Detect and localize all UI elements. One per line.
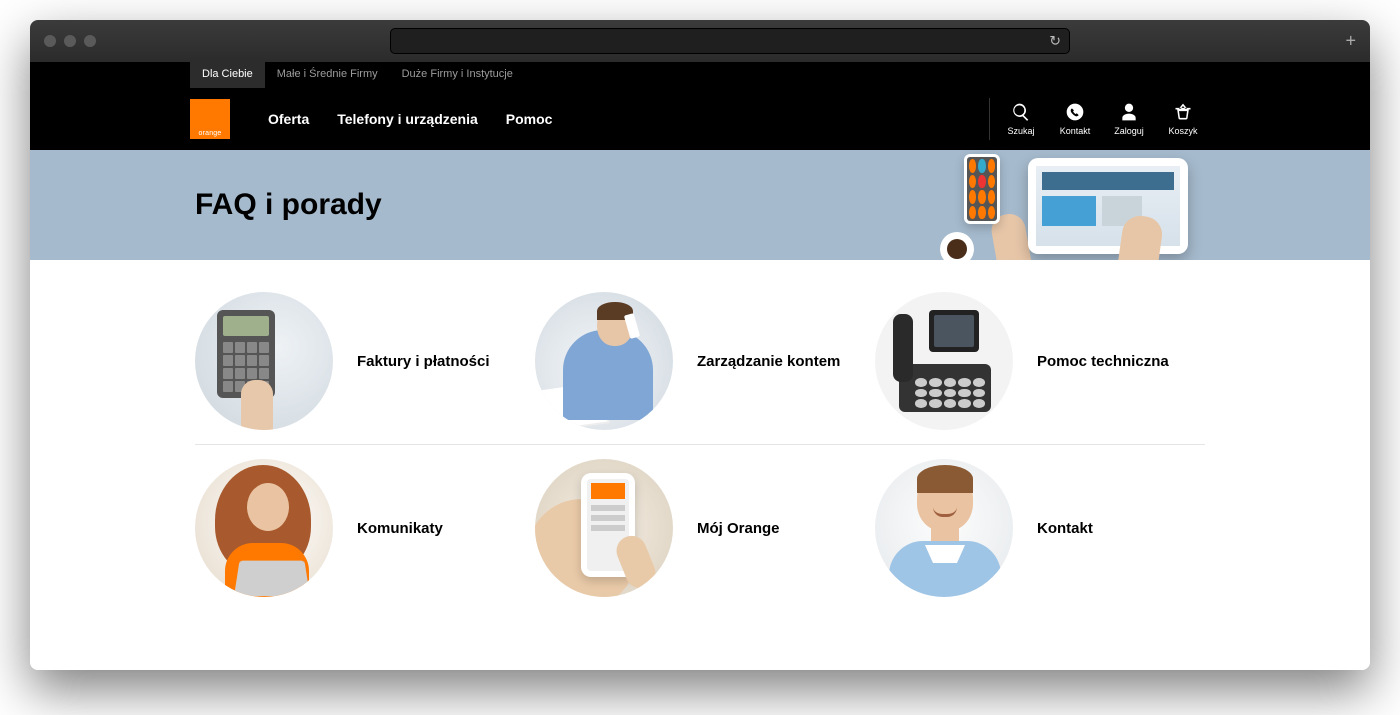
coffee-cup-icon [940,232,974,260]
tablet-illustration [1028,158,1188,254]
search-icon [1011,102,1031,122]
segment-tab-male-firmy[interactable]: Małe i Średnie Firmy [265,62,390,88]
nav-action-login[interactable]: Zaloguj [1102,102,1156,136]
nav-action-label: Koszyk [1168,126,1197,136]
person-phone-icon [535,292,673,430]
nav-actions: Szukaj Kontakt Zaloguj Koszyk [989,88,1210,150]
user-icon [1119,102,1139,122]
hand-phone-icon [535,459,673,597]
category-row: Faktury i płatności Zarządzanie kontem P… [195,278,1205,444]
nav-link-oferta[interactable]: Oferta [268,111,309,127]
page-title: FAQ i porady [195,188,382,222]
category-label: Mój Orange [697,520,780,537]
nav-action-label: Kontakt [1060,126,1091,136]
nav-action-label: Zaloguj [1114,126,1144,136]
category-label: Zarządzanie kontem [697,353,840,370]
address-bar-wrap: ↻ [104,28,1356,54]
calculator-icon [195,292,333,430]
desk-phone-icon [875,292,1013,430]
hero-illustration [970,150,1230,260]
hero-banner: FAQ i porady [30,150,1370,260]
category-zarzadzanie[interactable]: Zarządzanie kontem [535,292,865,430]
category-pomoc-techniczna[interactable]: Pomoc techniczna [875,292,1205,430]
phone-icon [1065,102,1085,122]
category-komunikaty[interactable]: Komunikaty [195,459,525,597]
woman-laptop-icon [195,459,333,597]
category-row: Komunikaty Mój Orange Kontakt [195,444,1205,611]
category-label: Kontakt [1037,520,1093,537]
nav-action-cart[interactable]: Koszyk [1156,102,1210,136]
basket-icon [1173,102,1193,122]
category-label: Pomoc techniczna [1037,353,1169,370]
nav-links: Oferta Telefony i urządzenia Pomoc [268,111,552,127]
category-label: Komunikaty [357,520,443,537]
category-label: Faktury i płatności [357,353,490,370]
nav-link-telefony[interactable]: Telefony i urządzenia [337,111,478,127]
phone-illustration [964,154,1000,224]
category-moj-orange[interactable]: Mój Orange [535,459,865,597]
main-nav: orange Oferta Telefony i urządzenia Pomo… [30,88,1370,150]
category-faktury[interactable]: Faktury i płatności [195,292,525,430]
address-bar[interactable]: ↻ [390,28,1070,54]
nav-link-pomoc[interactable]: Pomoc [506,111,553,127]
nav-action-search[interactable]: Szukaj [994,102,1048,136]
orange-logo[interactable]: orange [190,99,230,139]
segment-tab-dla-ciebie[interactable]: Dla Ciebie [190,62,265,88]
category-kontakt[interactable]: Kontakt [875,459,1205,597]
page-viewport: Dla Ciebie Małe i Średnie Firmy Duże Fir… [30,62,1370,670]
browser-titlebar: ↻ + [30,20,1370,62]
window-zoom-icon[interactable] [84,35,96,47]
browser-window: ↻ + Dla Ciebie Małe i Średnie Firmy Duże… [30,20,1370,670]
new-tab-button[interactable]: + [1345,31,1356,52]
segment-tabs: Dla Ciebie Małe i Średnie Firmy Duże Fir… [30,62,1370,88]
nav-divider [989,98,990,140]
category-grid: Faktury i płatności Zarządzanie kontem P… [30,260,1370,611]
nav-action-label: Szukaj [1007,126,1034,136]
reload-icon[interactable]: ↻ [1049,33,1061,50]
window-minimize-icon[interactable] [64,35,76,47]
segment-tab-duze-firmy[interactable]: Duże Firmy i Instytucje [390,62,525,88]
window-close-icon[interactable] [44,35,56,47]
smiling-person-icon [875,459,1013,597]
nav-action-contact[interactable]: Kontakt [1048,102,1102,136]
